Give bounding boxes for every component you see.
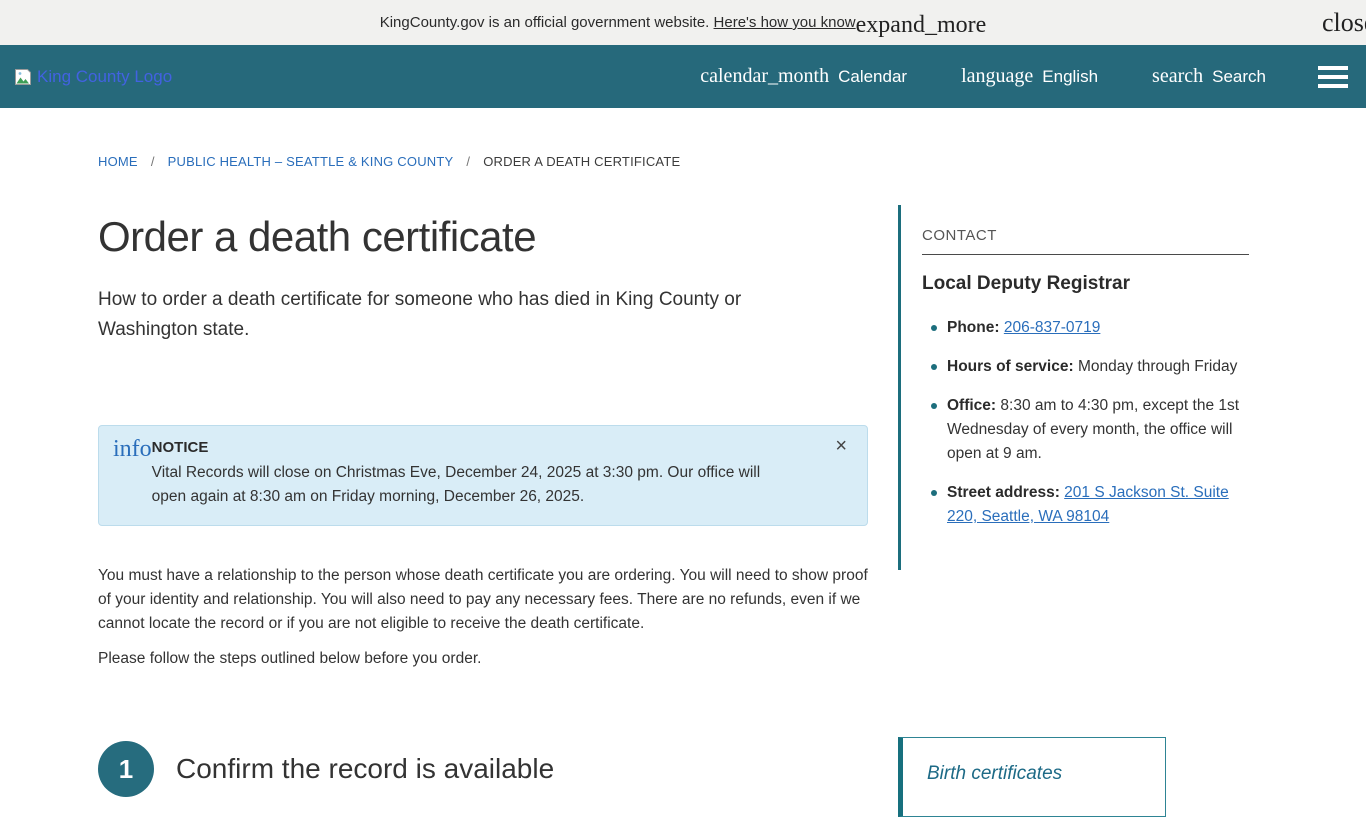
nav-language-label: English xyxy=(1042,67,1098,87)
broken-image-icon xyxy=(14,68,32,86)
intro-paragraphs: You must have a relationship to the pers… xyxy=(98,564,868,671)
breadcrumb-public-health[interactable]: PUBLIC HEALTH – SEATTLE & KING COUNTY xyxy=(168,154,454,169)
heres-how-you-know-link[interactable]: Here's how you know xyxy=(714,14,856,31)
contact-panel: CONTACT Local Deputy Registrar Phone: 20… xyxy=(898,205,1270,570)
page-subtitle: How to order a death certificate for som… xyxy=(98,285,823,345)
contact-label: CONTACT xyxy=(922,227,1270,244)
logo-alt-text: King County Logo xyxy=(37,67,172,87)
official-banner-text: KingCounty.gov is an official government… xyxy=(380,13,856,32)
header-nav: calendar_month Calendar language English… xyxy=(700,65,1266,88)
sidebar: CONTACT Local Deputy Registrar Phone: 20… xyxy=(898,108,1270,797)
contact-item-phone: Phone: 206-837-0719 xyxy=(931,316,1241,340)
page-title: Order a death certificate xyxy=(98,213,868,261)
menu-icon[interactable] xyxy=(1318,66,1348,88)
site-header: King County Logo calendar_month Calendar… xyxy=(0,45,1366,108)
official-banner: KingCounty.gov is an official government… xyxy=(0,0,1366,45)
breadcrumb-home[interactable]: HOME xyxy=(98,154,138,169)
step-1-row: 1 Confirm the record is available xyxy=(98,741,868,797)
breadcrumb-separator: / xyxy=(466,154,470,169)
contact-heading: Local Deputy Registrar xyxy=(922,273,1270,295)
contact-list: Phone: 206-837-0719 Hours of service: Mo… xyxy=(922,316,1270,529)
breadcrumb-separator: / xyxy=(151,154,155,169)
hours-value: Monday through Friday xyxy=(1078,358,1237,375)
expand-more-icon[interactable]: expand_more xyxy=(856,12,987,38)
phone-label: Phone: xyxy=(947,319,1000,336)
nav-language[interactable]: language English xyxy=(961,65,1098,88)
notice-heading: NOTICE xyxy=(152,438,792,458)
contact-item-hours: Hours of service: Monday through Friday xyxy=(931,355,1241,379)
search-icon: search xyxy=(1152,65,1203,88)
breadcrumb: HOME / PUBLIC HEALTH – SEATTLE & KING CO… xyxy=(98,154,868,169)
nav-calendar[interactable]: calendar_month Calendar xyxy=(700,65,907,88)
nav-calendar-label: Calendar xyxy=(838,67,907,87)
notice-body: Vital Records will close on Christmas Ev… xyxy=(152,461,792,509)
nav-search-label: Search xyxy=(1212,67,1266,87)
main-content: HOME / PUBLIC HEALTH – SEATTLE & KING CO… xyxy=(98,108,868,797)
contact-item-office: Office: 8:30 am to 4:30 pm, except the 1… xyxy=(931,394,1241,466)
address-label: Street address: xyxy=(947,484,1060,501)
notice-content: NOTICE Vital Records will close on Chris… xyxy=(152,438,792,509)
notice-close-icon[interactable]: × xyxy=(835,436,847,456)
phone-link[interactable]: 206-837-0719 xyxy=(1004,319,1101,336)
calendar-icon: calendar_month xyxy=(700,65,829,88)
contact-item-address: Street address: 201 S Jackson St. Suite … xyxy=(931,481,1241,529)
contact-divider xyxy=(922,254,1249,255)
notice-alert: info NOTICE Vital Records will close on … xyxy=(98,425,868,526)
hours-label: Hours of service: xyxy=(947,358,1074,375)
intro-paragraph: Please follow the steps outlined below b… xyxy=(98,647,868,671)
info-icon: info xyxy=(113,438,152,509)
official-banner-statement: KingCounty.gov is an official government… xyxy=(380,14,710,31)
office-label: Office: xyxy=(947,397,996,414)
step-1-number-badge: 1 xyxy=(98,741,154,797)
breadcrumb-current: ORDER A DEATH CERTIFICATE xyxy=(483,154,680,169)
language-icon: language xyxy=(961,65,1033,88)
step-1-title: Confirm the record is available xyxy=(176,753,554,785)
banner-close-icon[interactable]: close xyxy=(1322,8,1366,38)
nav-search[interactable]: search Search xyxy=(1152,65,1266,88)
king-county-logo[interactable]: King County Logo xyxy=(14,67,172,87)
intro-paragraph: You must have a relationship to the pers… xyxy=(98,564,868,636)
related-links-box: Birth certificates xyxy=(898,737,1166,817)
birth-certificates-link[interactable]: Birth certificates xyxy=(927,763,1062,784)
page-body: HOME / PUBLIC HEALTH – SEATTLE & KING CO… xyxy=(0,108,1366,797)
